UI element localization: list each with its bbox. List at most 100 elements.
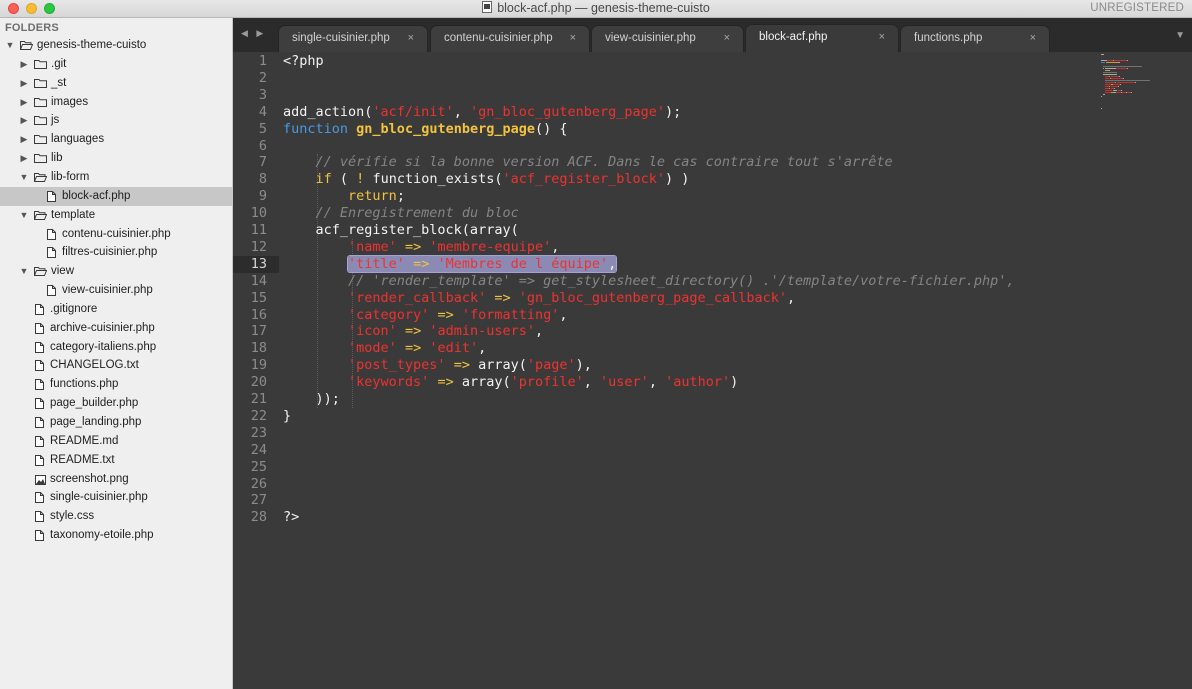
tree-file-item[interactable]: contenu-cuisinier.php — [0, 225, 232, 244]
code-token-string: 'acf/init' — [372, 103, 454, 120]
disclosure-expanded-icon[interactable]: ▼ — [19, 262, 29, 281]
tree-folder-item[interactable]: ▶ images — [0, 93, 232, 112]
tree-item-label: style.css — [50, 510, 95, 523]
tree-file-item[interactable]: single-cuisinier.php — [0, 488, 232, 507]
code-line[interactable]: acf_register_block(array( — [283, 222, 519, 239]
tree-item-label: page_builder.php — [50, 397, 139, 410]
disclosure-collapsed-icon[interactable]: ▶ — [19, 55, 29, 74]
code-line[interactable]: add_action('acf/init', 'gn_bloc_gutenber… — [283, 104, 681, 121]
code-line[interactable]: 'icon' => 'admin-users', — [283, 323, 543, 340]
line-number: 22 — [250, 407, 267, 424]
tab-label: functions.php — [914, 32, 983, 44]
code-token-string: 'post_types' — [348, 357, 446, 374]
tree-file-item[interactable]: CHANGELOG.txt — [0, 356, 232, 375]
close-tab-icon[interactable]: × — [724, 26, 730, 51]
code-token-plain: } — [283, 407, 292, 424]
file-icon — [47, 247, 56, 259]
disclosure-expanded-icon[interactable]: ▼ — [19, 168, 29, 187]
close-tab-icon[interactable]: × — [408, 26, 414, 51]
code-line[interactable]: 'post_types' => array('page'), — [283, 357, 592, 374]
code-line[interactable]: 'name' => 'membre-equipe', — [283, 239, 559, 256]
nav-arrows-icon[interactable]: ◀ ▶ — [241, 28, 266, 39]
tree-file-item[interactable]: page_landing.php — [0, 413, 232, 432]
code-line[interactable]: function gn_bloc_gutenberg_page() { — [283, 121, 568, 138]
code-token-string: 'edit' — [429, 340, 479, 357]
tab-label: view-cuisinier.php — [605, 32, 696, 44]
open-folder-icon — [34, 267, 47, 277]
tree-file-item[interactable]: screenshot.png — [0, 470, 232, 489]
minimap-line — [1105, 76, 1109, 77]
disclosure-collapsed-icon[interactable]: ▶ — [19, 74, 29, 93]
close-tab-icon[interactable]: × — [879, 25, 885, 50]
tree-file-item[interactable]: README.md — [0, 432, 232, 451]
tree-folder-item[interactable]: ▼ genesis-theme-cuisto — [0, 36, 232, 55]
code-line[interactable]: 'mode' => 'edit', — [283, 340, 486, 357]
code-line[interactable]: <?php — [283, 53, 324, 70]
chevron-down-icon[interactable]: ▼ — [1175, 30, 1185, 41]
code-token-plain: ; — [396, 188, 405, 205]
editor-tab[interactable]: functions.php × — [900, 25, 1050, 52]
line-number: 3 — [258, 86, 267, 103]
tree-file-item[interactable]: page_builder.php — [0, 394, 232, 413]
editor-tab[interactable]: block-acf.php × — [745, 24, 899, 52]
tree-file-item[interactable]: .gitignore — [0, 300, 232, 319]
disclosure-collapsed-icon[interactable]: ▶ — [19, 149, 29, 168]
tree-file-item[interactable]: category-italiens.php — [0, 338, 232, 357]
code-token-plain: , — [786, 289, 796, 306]
tree-folder-item[interactable]: ▶ .git — [0, 55, 232, 74]
code-line[interactable]: 'render_callback' => 'gn_bloc_gutenberg_… — [283, 290, 795, 307]
tree-file-item[interactable]: filtres-cuisinier.php — [0, 243, 232, 262]
tree-file-item[interactable]: archive-cuisinier.php — [0, 319, 232, 338]
close-tab-icon[interactable]: × — [570, 26, 576, 51]
minimap[interactable] — [1098, 52, 1192, 112]
code-editor[interactable]: 1 2 3 4 5 6 7 8 9 10 11 12 13 14 15 16 17 18 19 20 21 22 23 24 2… — [233, 52, 1192, 689]
sidebar: FOLDERS ▼ genesis-theme-cuisto ▶ .git ▶ _st ▶ i… — [0, 18, 233, 689]
tree-file-item[interactable]: README.txt — [0, 451, 232, 470]
disclosure-expanded-icon[interactable]: ▼ — [5, 36, 15, 55]
code-line[interactable]: 'title' => 'Membres de l équipe', — [283, 255, 617, 273]
disclosure-collapsed-icon[interactable]: ▶ — [19, 130, 29, 149]
code-line[interactable]: // 'render_template' => get_stylesheet_d… — [283, 273, 1014, 290]
tree-file-item[interactable]: functions.php — [0, 375, 232, 394]
code-line[interactable]: ?> — [283, 509, 299, 526]
tree-folder-item[interactable]: ▶ _st — [0, 74, 232, 93]
tree-file-item[interactable]: style.css — [0, 507, 232, 526]
minimap-line — [1103, 66, 1143, 67]
code-line[interactable]: // vérifie si la bonne version ACF. Dans… — [283, 154, 893, 171]
code-token-plain: ); — [665, 103, 682, 120]
tree-folder-item[interactable]: ▼ lib-form — [0, 168, 232, 187]
file-icon — [35, 511, 44, 523]
code-line[interactable]: )); — [283, 391, 340, 408]
tree-file-item[interactable]: taxonomy-etoile.php — [0, 526, 232, 545]
disclosure-collapsed-icon[interactable]: ▶ — [19, 111, 29, 130]
code-token-plain: )); — [283, 391, 340, 407]
editor-tab[interactable]: view-cuisinier.php × — [591, 25, 744, 52]
tree-file-item[interactable]: block-acf.php — [0, 186, 232, 206]
code-line[interactable]: if ( ! function_exists('acf_register_blo… — [283, 171, 690, 188]
disclosure-expanded-icon[interactable]: ▼ — [19, 206, 29, 225]
code-line[interactable]: 'category' => 'formatting', — [283, 307, 568, 324]
code-line[interactable]: // Enregistrement du bloc — [283, 205, 519, 222]
minimap-line — [1107, 68, 1116, 69]
code-token-funcname: gn_bloc_gutenberg_page — [356, 120, 535, 137]
close-tab-icon[interactable]: × — [1030, 26, 1036, 51]
disclosure-collapsed-icon[interactable]: ▶ — [19, 93, 29, 112]
editor-tab[interactable]: single-cuisinier.php × — [278, 25, 428, 52]
code-line[interactable]: return; — [283, 188, 405, 205]
editor-tab[interactable]: contenu-cuisinier.php × — [430, 25, 590, 52]
code-line[interactable]: 'keywords' => array('profile', 'user', '… — [283, 374, 738, 391]
file-icon — [35, 303, 44, 315]
tree-folder-item[interactable]: ▼ view — [0, 262, 232, 281]
tree-folder-item[interactable]: ▼ template — [0, 206, 232, 225]
minimap-line — [1103, 74, 1117, 75]
tree-folder-item[interactable]: ▶ languages — [0, 130, 232, 149]
tree-folder-item[interactable]: ▶ js — [0, 111, 232, 130]
tree-file-item[interactable]: view-cuisinier.php — [0, 281, 232, 300]
minimap-line — [1105, 78, 1110, 79]
tree-folder-item[interactable]: ▶ lib — [0, 149, 232, 168]
line-number: 24 — [250, 441, 267, 458]
code-line[interactable]: } — [283, 408, 291, 425]
minimap-line — [1105, 90, 1112, 91]
